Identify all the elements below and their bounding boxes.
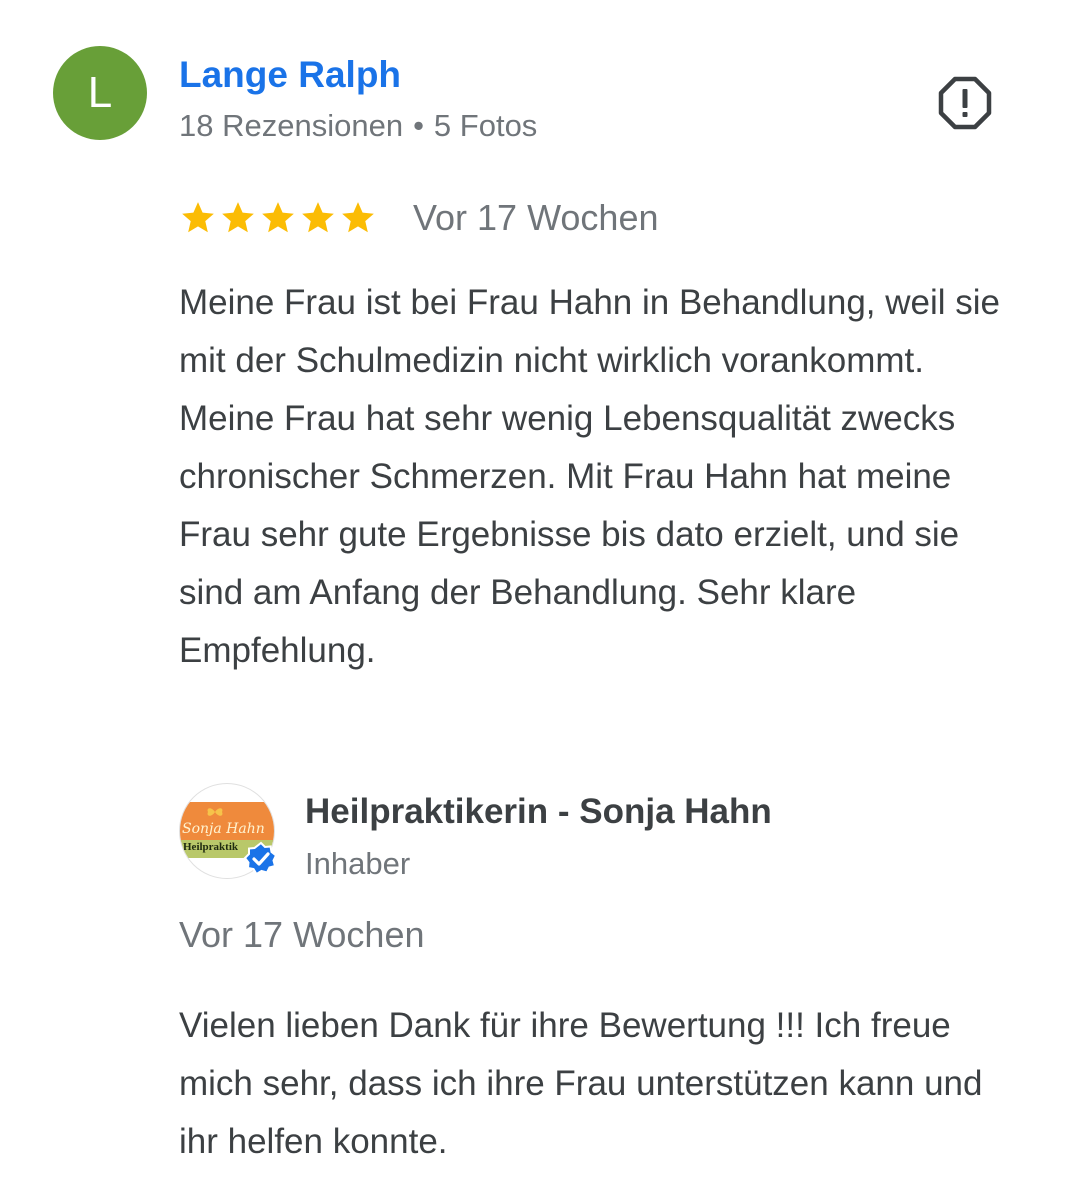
reviewer-initial: L [87, 68, 113, 117]
star-icon [182, 202, 214, 233]
star-rating [179, 199, 377, 237]
reviewer-avatar[interactable]: L [53, 46, 147, 140]
reviewer-meta: 18 Rezensionen • 5 Fotos [179, 108, 537, 144]
butterfly-icon [207, 808, 223, 816]
star-icon [342, 202, 374, 233]
verified-badge-icon [243, 841, 278, 876]
reviewer-name[interactable]: Lange Ralph [179, 54, 401, 96]
star-icon [302, 202, 334, 233]
reply-text: Vielen lieben Dank für ihre Bewertung !!… [179, 1006, 983, 1161]
report-icon[interactable] [938, 76, 992, 130]
review-count: 18 Rezensionen [179, 108, 404, 143]
owner-avatar[interactable]: Sonja Hahn Heilpraktik [179, 783, 278, 879]
reply-date: Vor 17 Wochen [179, 914, 425, 955]
owner-role: Inhaber [305, 846, 411, 881]
photo-count: 5 Fotos [433, 108, 538, 143]
star-icon [262, 202, 294, 233]
review-date: Vor 17 Wochen [413, 197, 659, 238]
meta-separator: • [413, 108, 424, 143]
review-text: Meine Frau ist bei Frau Hahn in Behandlu… [179, 283, 1000, 670]
owner-name: Heilpraktikerin - Sonja Hahn [305, 792, 772, 831]
logo-text: Sonja Hahn [182, 821, 265, 837]
star-icon [222, 202, 254, 233]
rating-row: Vor 17 Wochen [179, 194, 659, 242]
logo-subtext: Heilpraktik [183, 841, 239, 853]
